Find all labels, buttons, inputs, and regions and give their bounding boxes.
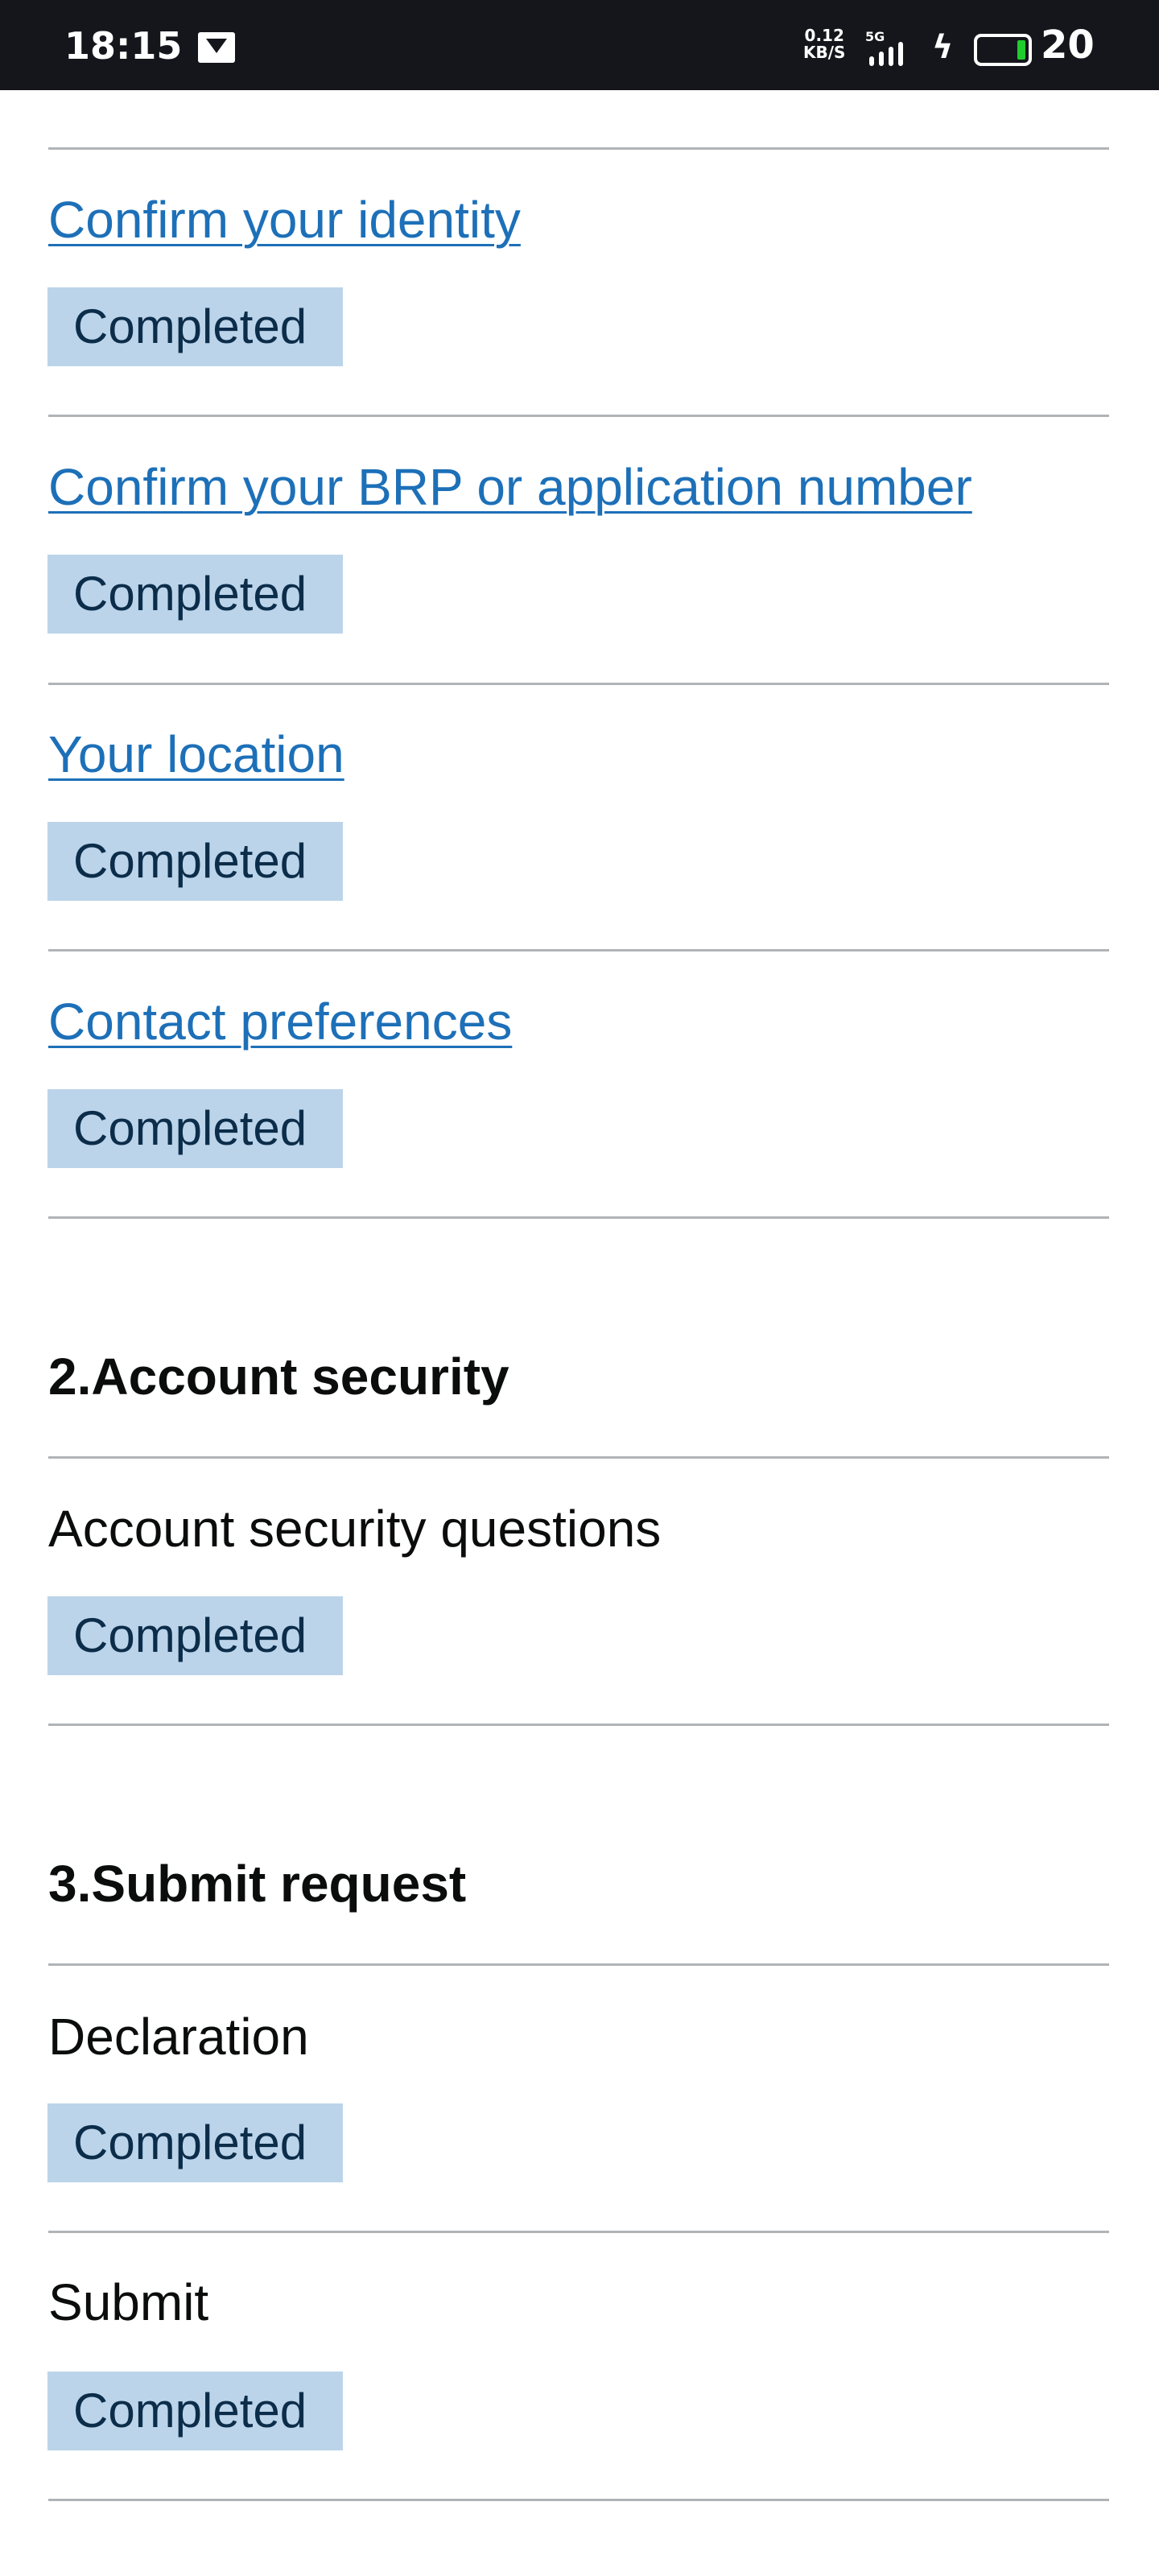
task-submit: Submit (48, 2273, 209, 2331)
link-confirm-identity[interactable]: Confirm your identity (48, 188, 521, 252)
signal-icon (866, 42, 906, 66)
divider (48, 147, 1109, 150)
divider (48, 415, 1109, 417)
task-declaration: Declaration (48, 2008, 309, 2066)
link-confirm-brp[interactable]: Confirm your BRP or application number (48, 455, 972, 519)
link-your-location[interactable]: Your location (48, 722, 344, 786)
status-tag: Completed (47, 2372, 343, 2450)
status-tag: Completed (47, 555, 343, 634)
divider (48, 1456, 1109, 1459)
divider (48, 1963, 1109, 1966)
task-account-security-questions: Account security questions (48, 1500, 662, 1558)
gallery-notification-icon (198, 32, 235, 63)
section-heading-account-security: 2.Account security (48, 1348, 509, 1406)
status-tag: Completed (47, 2103, 343, 2182)
clock: 18:15 (64, 24, 183, 68)
divider (48, 1216, 1109, 1219)
battery-percent: 20 (1041, 23, 1095, 68)
status-bar: 18:15 0.12 KB/S 5G ϟ 20 (0, 0, 1159, 90)
divider (48, 949, 1109, 952)
speed-unit: KB/S (803, 43, 846, 62)
network-speed: 0.12 KB/S (803, 27, 845, 61)
status-tag: Completed (47, 1596, 343, 1675)
status-tag: Completed (47, 287, 343, 366)
divider (48, 683, 1109, 685)
divider (48, 2499, 1109, 2501)
section-heading-submit-request: 3.Submit request (48, 1855, 467, 1913)
divider (48, 1724, 1109, 1726)
status-tag: Completed (47, 1089, 343, 1168)
battery-icon (974, 34, 1032, 66)
status-tag: Completed (47, 822, 343, 901)
divider (48, 2231, 1109, 2233)
link-contact-preferences[interactable]: Contact preferences (48, 989, 512, 1054)
charging-icon: ϟ (932, 29, 954, 66)
